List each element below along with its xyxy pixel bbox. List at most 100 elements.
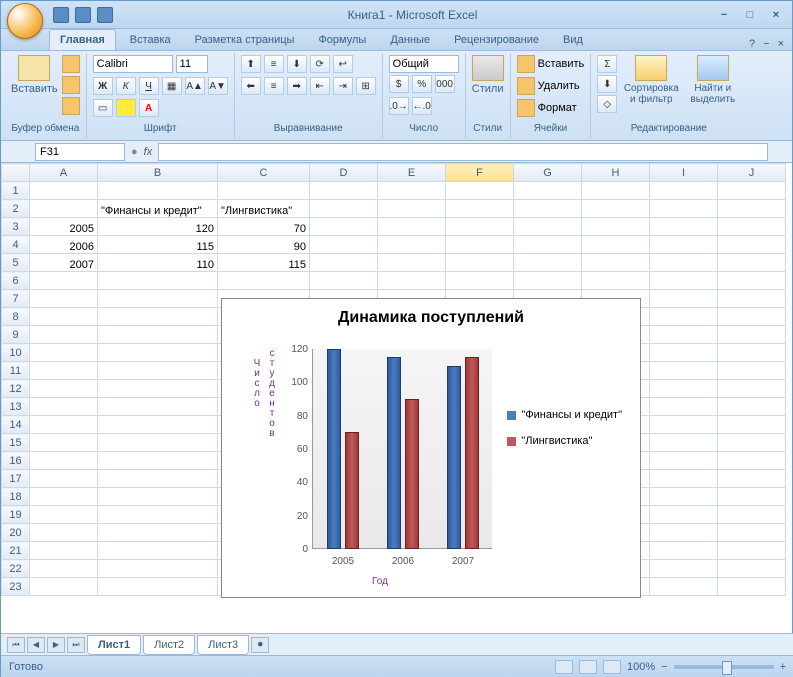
formatpainter-icon[interactable] [62,97,80,115]
cell-B18[interactable] [98,488,218,506]
cell-I2[interactable] [650,200,718,218]
currency[interactable]: $ [389,75,409,93]
cell-J20[interactable] [718,524,786,542]
cell-B19[interactable] [98,506,218,524]
cell-B13[interactable] [98,398,218,416]
cell-A8[interactable] [30,308,98,326]
cell-A19[interactable] [30,506,98,524]
cell-J4[interactable] [718,236,786,254]
align-middle[interactable]: ≡ [264,55,284,73]
tab-home[interactable]: Главная [49,29,116,50]
close-window-button[interactable]: × [778,38,784,50]
cell-I18[interactable] [650,488,718,506]
cell-A20[interactable] [30,524,98,542]
tab-data[interactable]: Данные [380,30,440,50]
bold-button[interactable]: Ж [93,77,113,95]
cell-H4[interactable] [582,236,650,254]
sheet-nav-last[interactable]: ⏭ [67,637,85,653]
cell-I9[interactable] [650,326,718,344]
cell-E4[interactable] [378,236,446,254]
cut-icon[interactable] [62,55,80,73]
cell-I11[interactable] [650,362,718,380]
col-header-J[interactable]: J [718,164,786,182]
cell-I13[interactable] [650,398,718,416]
percent[interactable]: % [412,75,432,93]
cell-G2[interactable] [514,200,582,218]
cell-J3[interactable] [718,218,786,236]
undo-icon[interactable] [75,7,91,23]
view-pagebreak[interactable] [603,660,621,674]
cell-A11[interactable] [30,362,98,380]
new-sheet-button[interactable]: ✸ [251,637,269,653]
cell-F6[interactable] [446,272,514,290]
fx-icon[interactable]: fx [144,146,153,158]
col-header-C[interactable]: C [218,164,310,182]
cell-G5[interactable] [514,254,582,272]
font-size[interactable] [176,55,208,73]
cell-B4[interactable]: 115 [98,236,218,254]
cell-F5[interactable] [446,254,514,272]
help-icon[interactable]: ? [749,38,755,50]
align-top[interactable]: ⬆ [241,55,261,73]
col-header-A[interactable]: A [30,164,98,182]
cell-F4[interactable] [446,236,514,254]
tab-insert[interactable]: Вставка [120,30,181,50]
comma[interactable]: 000 [435,75,455,93]
cell-B8[interactable] [98,308,218,326]
font-name[interactable] [93,55,173,73]
merge[interactable]: ⊞ [356,77,376,95]
cell-I22[interactable] [650,560,718,578]
tab-pagelayout[interactable]: Разметка страницы [185,30,305,50]
cell-F2[interactable] [446,200,514,218]
row-header-5[interactable]: 5 [2,254,30,272]
cell-H6[interactable] [582,272,650,290]
cell-I21[interactable] [650,542,718,560]
border-button[interactable]: ▦ [162,77,182,95]
row-header-6[interactable]: 6 [2,272,30,290]
orientation[interactable]: ⟳ [310,55,330,73]
cell-A17[interactable] [30,470,98,488]
zoom-out[interactable]: − [661,661,667,673]
row-header-1[interactable]: 1 [2,182,30,200]
cell-A10[interactable] [30,344,98,362]
cell-A5[interactable]: 2007 [30,254,98,272]
cell-H3[interactable] [582,218,650,236]
cell-J9[interactable] [718,326,786,344]
cell-E1[interactable] [378,182,446,200]
grow-font-button[interactable]: A▲ [185,77,205,95]
cell-B23[interactable] [98,578,218,596]
cell-A21[interactable] [30,542,98,560]
redo-icon[interactable] [97,7,113,23]
styles-button[interactable]: Стили [472,55,504,95]
cell-J17[interactable] [718,470,786,488]
cell-C6[interactable] [218,272,310,290]
cell-B12[interactable] [98,380,218,398]
format-cells[interactable]: Формат [538,102,577,114]
row-header-11[interactable]: 11 [2,362,30,380]
sort-button[interactable]: Сортировка и фильтр [621,55,681,105]
paste-button[interactable]: Вставить [11,55,58,95]
cell-J21[interactable] [718,542,786,560]
align-center[interactable]: ≡ [264,77,284,95]
col-header-E[interactable]: E [378,164,446,182]
delete-icon[interactable] [517,77,535,95]
chart-object[interactable]: Динамика поступлений Число студентов 020… [221,298,641,598]
row-header-23[interactable]: 23 [2,578,30,596]
row-header-22[interactable]: 22 [2,560,30,578]
insert-cells[interactable]: Вставить [538,58,585,70]
row-header-4[interactable]: 4 [2,236,30,254]
cell-B9[interactable] [98,326,218,344]
find-button[interactable]: Найти и выделить [685,55,740,105]
col-header-G[interactable]: G [514,164,582,182]
cell-C3[interactable]: 70 [218,218,310,236]
cell-D2[interactable] [310,200,378,218]
cell-I16[interactable] [650,452,718,470]
cell-C2[interactable]: "Лингвистика" [218,200,310,218]
tab-review[interactable]: Рецензирование [444,30,549,50]
zoom-in[interactable]: + [780,661,786,673]
select-all[interactable] [2,164,30,182]
cell-A1[interactable] [30,182,98,200]
cell-D6[interactable] [310,272,378,290]
cancel-fx-icon[interactable]: ● [131,146,138,158]
cell-I14[interactable] [650,416,718,434]
